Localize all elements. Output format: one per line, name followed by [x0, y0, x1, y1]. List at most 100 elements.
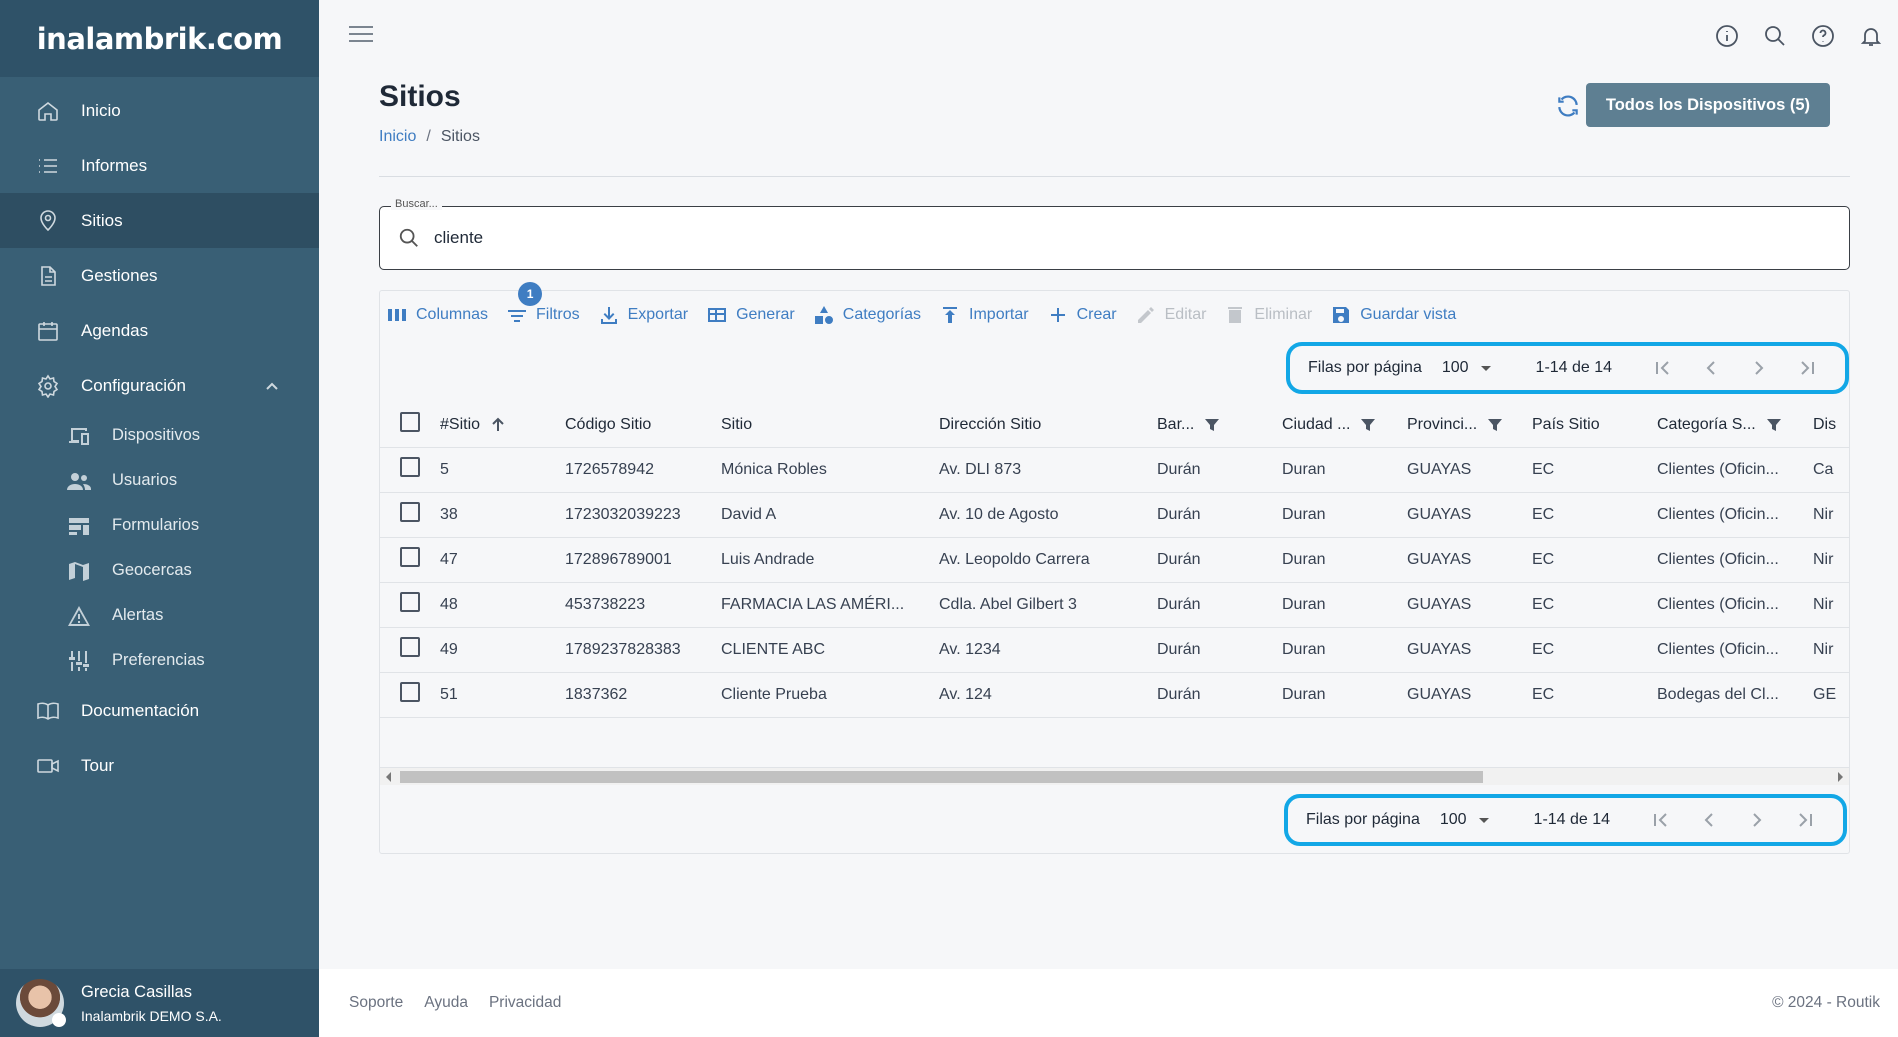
- user-org: Inalambrik DEMO S.A.: [81, 1007, 222, 1024]
- sort-up-icon[interactable]: [490, 417, 506, 433]
- all-devices-button[interactable]: Todos los Dispositivos (5): [1585, 83, 1830, 127]
- select-all-checkbox[interactable]: [400, 412, 420, 433]
- export-button[interactable]: Exportar: [598, 304, 688, 326]
- table-row[interactable]: 48 453738223 FARMACIA LAS AMÉRI... Cdla. Ab…: [380, 582, 1849, 628]
- row-checkbox[interactable]: [400, 637, 420, 657]
- table-cell: Clientes (Oficin...: [1657, 537, 1813, 583]
- table-row[interactable]: 5317464837638Cliente PRUEBAAv.123DuránDu…: [380, 717, 1849, 723]
- rows-per-page-select[interactable]: 100: [1442, 359, 1491, 377]
- categories-label: Categorías: [842, 306, 922, 323]
- first-page-icon[interactable]: [1650, 355, 1676, 381]
- import-button[interactable]: Importar: [939, 304, 1029, 326]
- filters-label: Filtros: [536, 306, 580, 323]
- help-icon[interactable]: [1810, 23, 1836, 49]
- header-categoria[interactable]: Categoría S...: [1657, 403, 1813, 448]
- prev-page-icon[interactable]: [1698, 355, 1724, 381]
- search-box[interactable]: Buscar...: [379, 198, 1850, 270]
- header-ciudad[interactable]: Ciudad ...: [1282, 403, 1407, 448]
- last-page-icon[interactable]: [1794, 355, 1820, 381]
- chevron-up-icon[interactable]: [265, 376, 279, 396]
- horizontal-scrollbar[interactable]: [380, 767, 1849, 785]
- table-cell: Clientes (Oficin...: [1657, 582, 1813, 628]
- header-barrio[interactable]: Bar...: [1157, 403, 1282, 448]
- sidebar-item-label: Inicio: [81, 100, 121, 120]
- sidebar-item-documentacion[interactable]: Documentación: [0, 683, 319, 738]
- footer-link-ayuda[interactable]: Ayuda: [424, 994, 468, 1012]
- prev-page-icon[interactable]: [1696, 807, 1722, 833]
- sidebar-subitem-dispositivos[interactable]: Dispositivos: [0, 413, 319, 458]
- row-checkbox[interactable]: [400, 682, 420, 702]
- table-row[interactable]: 51 1837362 Cliente Prueba Av. 124 Durán Duran…: [380, 672, 1849, 718]
- generate-button[interactable]: Generar: [706, 304, 795, 326]
- row-checkbox[interactable]: [400, 592, 420, 612]
- sidebar-item-sitios[interactable]: Sitios: [0, 193, 319, 248]
- table-header-row: #Sitio Código Sitio Sitio Dirección Siti…: [380, 403, 1849, 448]
- sidebar-subitem-formularios[interactable]: Formularios: [0, 503, 319, 548]
- footer-link-soporte[interactable]: Soporte: [349, 994, 403, 1012]
- menu-icon[interactable]: [349, 26, 373, 46]
- sidebar-subitem-alertas[interactable]: Alertas: [0, 593, 319, 638]
- create-button[interactable]: Crear: [1047, 304, 1117, 326]
- header-direccion[interactable]: Dirección Sitio: [939, 403, 1157, 448]
- delete-button[interactable]: Eliminar: [1224, 304, 1312, 326]
- table-row[interactable]: 38 1723032039223 David A Av. 10 de Agosto Du…: [380, 492, 1849, 538]
- row-checkbox[interactable]: [400, 502, 420, 522]
- filter-icon[interactable]: [1766, 417, 1782, 433]
- scroll-left-icon[interactable]: [386, 772, 391, 782]
- categories-button[interactable]: Categorías: [813, 304, 921, 326]
- search-input[interactable]: [434, 223, 1034, 253]
- columns-button[interactable]: Columnas: [386, 304, 488, 326]
- header-sitio[interactable]: Sitio: [721, 403, 939, 448]
- edit-button[interactable]: Editar: [1135, 304, 1206, 326]
- sidebar-item-inicio[interactable]: Inicio: [0, 83, 319, 138]
- sidebar-item-configuracion[interactable]: Configuración: [0, 358, 319, 413]
- table-cell: Duran: [1282, 582, 1407, 628]
- sidebar-item-informes[interactable]: Informes: [0, 138, 319, 193]
- table-cell: Durán: [1157, 537, 1282, 583]
- table-cell: Av.123: [939, 717, 1157, 723]
- scroll-right-icon[interactable]: [1838, 772, 1843, 782]
- scrollbar-thumb[interactable]: [400, 771, 1483, 783]
- sidebar-item-agendas[interactable]: Agendas: [0, 303, 319, 358]
- filters-button[interactable]: 1 Filtros: [506, 282, 580, 326]
- table-row[interactable]: 47 172896789001 Luis Andrade Av. Leopoldo C…: [380, 537, 1849, 583]
- sidebar-subitem-label: Formularios: [112, 516, 200, 534]
- row-checkbox[interactable]: [400, 547, 420, 567]
- header-codigo-sitio[interactable]: Código Sitio: [565, 403, 721, 448]
- last-page-icon[interactable]: [1792, 807, 1818, 833]
- search-icon[interactable]: [1762, 23, 1788, 49]
- search-legend: Buscar...: [391, 198, 442, 210]
- save-view-button[interactable]: Guardar vista: [1330, 304, 1456, 326]
- sidebar-subitem-preferencias[interactable]: Preferencias: [0, 638, 319, 683]
- footer-link-privacidad[interactable]: Privacidad: [489, 994, 561, 1012]
- filter-icon[interactable]: [1487, 417, 1503, 433]
- user-profile[interactable]: Grecia Casillas Inalambrik DEMO S.A.: [0, 969, 319, 1037]
- header-sitio-num[interactable]: #Sitio: [440, 403, 565, 448]
- filter-icon[interactable]: [1204, 417, 1220, 433]
- table-row[interactable]: 49 1789237828383 CLIENTE ABC Av. 1234 Durán D…: [380, 627, 1849, 673]
- sidebar-item-gestiones[interactable]: Gestiones: [0, 248, 319, 303]
- brand-logo[interactable]: inalambrik.com: [37, 22, 283, 56]
- sidebar-subitem-geocercas[interactable]: Geocercas: [0, 548, 319, 593]
- search-icon: [398, 227, 422, 251]
- filter-icon[interactable]: [1360, 417, 1376, 433]
- table-cell: David A: [721, 492, 939, 538]
- breadcrumb-home[interactable]: Inicio: [379, 128, 416, 145]
- header-provincia[interactable]: Provinci...: [1407, 403, 1532, 448]
- avatar[interactable]: [16, 979, 66, 1027]
- data-grid: Columnas 1 Filtros Exportar Generar Cate…: [379, 282, 1850, 854]
- table-row[interactable]: 5 1726578942 Mónica Robles Av. DLI 873 Durán…: [380, 447, 1849, 493]
- info-icon[interactable]: [1714, 23, 1740, 49]
- refresh-icon[interactable]: [1555, 93, 1581, 119]
- rows-per-page-select[interactable]: 100: [1440, 811, 1489, 829]
- table-cell: 1789237828383: [565, 627, 721, 673]
- sidebar-subitem-usuarios[interactable]: Usuarios: [0, 458, 319, 503]
- first-page-icon[interactable]: [1648, 807, 1674, 833]
- sidebar-item-tour[interactable]: Tour: [0, 738, 319, 793]
- header-pais[interactable]: País Sitio: [1532, 403, 1657, 448]
- header-dis[interactable]: Dis: [1813, 403, 1849, 448]
- next-page-icon[interactable]: [1744, 807, 1770, 833]
- row-checkbox[interactable]: [400, 457, 420, 477]
- bell-icon[interactable]: [1858, 23, 1884, 49]
- next-page-icon[interactable]: [1746, 355, 1772, 381]
